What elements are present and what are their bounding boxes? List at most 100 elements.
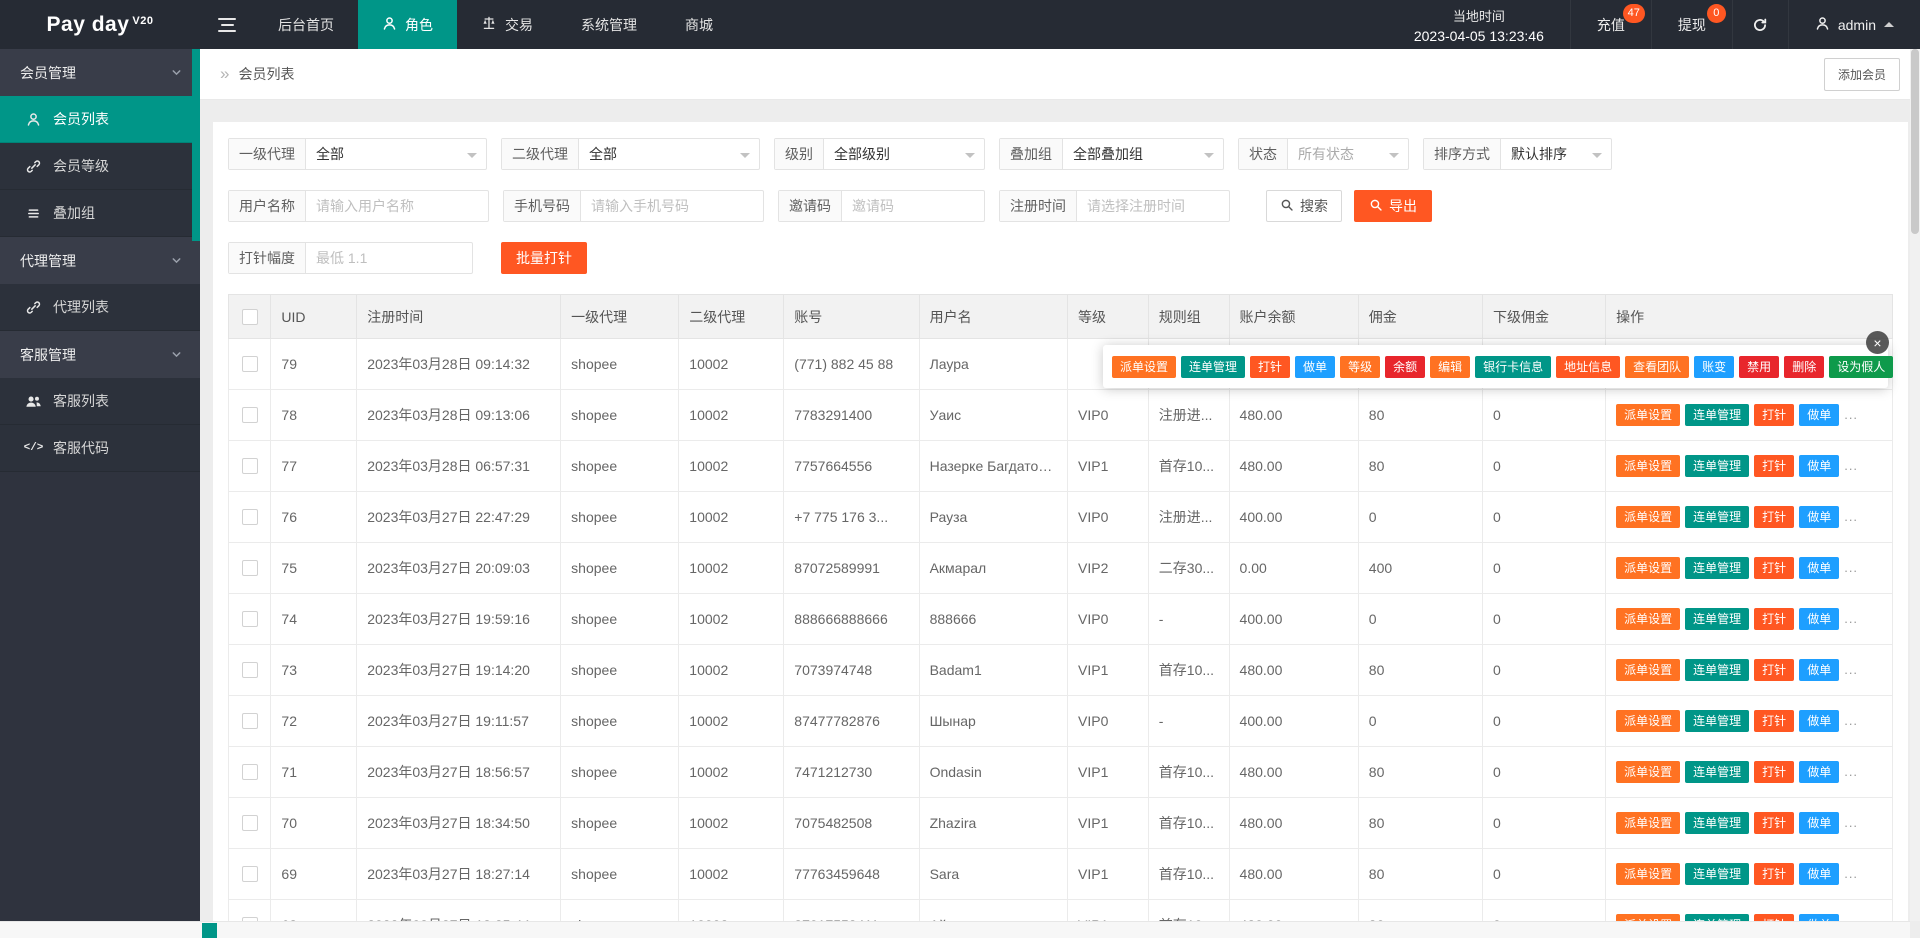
row-action-做单[interactable]: 做单 (1799, 761, 1840, 783)
row-action-连单管理[interactable]: 连单管理 (1685, 404, 1750, 426)
row-action-连单管理[interactable]: 连单管理 (1685, 608, 1750, 630)
row-action-派单设置[interactable]: 派单设置 (1616, 506, 1681, 528)
popup-action-做单[interactable]: 做单 (1295, 355, 1336, 378)
more-actions-button[interactable]: ... (1844, 560, 1858, 575)
popup-action-打针[interactable]: 打针 (1250, 355, 1291, 378)
more-actions-button[interactable]: ... (1844, 764, 1858, 779)
close-icon[interactable]: × (1866, 331, 1889, 354)
sidebar-group-会员管理[interactable]: 会员管理 (0, 49, 200, 96)
nav-item-系统管理[interactable]: 系统管理 (557, 0, 661, 49)
row-action-派单设置[interactable]: 派单设置 (1616, 557, 1681, 579)
sidebar-group-客服管理[interactable]: 客服管理 (0, 331, 200, 378)
popup-action-查看团队[interactable]: 查看团队 (1625, 355, 1690, 378)
row-action-连单管理[interactable]: 连单管理 (1685, 455, 1750, 477)
row-action-派单设置[interactable]: 派单设置 (1616, 659, 1681, 681)
horizontal-scrollbar-thumb[interactable] (202, 923, 217, 938)
popup-action-账变[interactable]: 账变 (1694, 355, 1735, 378)
row-action-连单管理[interactable]: 连单管理 (1685, 761, 1750, 783)
sidebar-item-代理列表[interactable]: 代理列表 (0, 284, 200, 331)
recharge-button[interactable]: 充值 47 (1569, 0, 1651, 49)
row-action-派单设置[interactable]: 派单设置 (1616, 914, 1681, 921)
row-action-打针[interactable]: 打针 (1754, 863, 1795, 885)
popup-action-派单设置[interactable]: 派单设置 (1112, 355, 1177, 378)
row-action-做单[interactable]: 做单 (1799, 812, 1840, 834)
row-action-做单[interactable]: 做单 (1799, 557, 1840, 579)
row-action-连单管理[interactable]: 连单管理 (1685, 812, 1750, 834)
row-action-派单设置[interactable]: 派单设置 (1616, 863, 1681, 885)
row-action-做单[interactable]: 做单 (1799, 710, 1840, 732)
row-action-连单管理[interactable]: 连单管理 (1685, 863, 1750, 885)
row-action-派单设置[interactable]: 派单设置 (1616, 455, 1681, 477)
filter-select-级别[interactable]: 全部级别 (824, 139, 984, 169)
popup-action-编辑[interactable]: 编辑 (1430, 355, 1471, 378)
row-action-打针[interactable]: 打针 (1754, 455, 1795, 477)
row-action-打针[interactable]: 打针 (1754, 914, 1795, 921)
filter-select-二级代理[interactable]: 全部 (579, 139, 759, 169)
horizontal-scrollbar[interactable] (0, 921, 1910, 938)
withdraw-button[interactable]: 提现 0 (1650, 0, 1732, 49)
row-checkbox[interactable] (241, 764, 258, 780)
nav-item-后台首页[interactable]: 后台首页 (254, 0, 358, 49)
row-action-连单管理[interactable]: 连单管理 (1685, 710, 1750, 732)
row-action-连单管理[interactable]: 连单管理 (1685, 659, 1750, 681)
search-button[interactable]: 搜索 (1266, 190, 1342, 222)
sidebar-group-代理管理[interactable]: 代理管理 (0, 237, 200, 284)
filter-select-排序方式[interactable]: 默认排序 (1501, 139, 1611, 169)
row-action-做单[interactable]: 做单 (1799, 455, 1840, 477)
filter-input-注册时间[interactable] (1077, 191, 1229, 221)
popup-action-银行卡信息[interactable]: 银行卡信息 (1475, 355, 1552, 378)
nav-item-角色[interactable]: 角色 (358, 0, 457, 49)
row-action-派单设置[interactable]: 派单设置 (1616, 404, 1681, 426)
filter-input-用户名称[interactable] (306, 191, 488, 221)
row-action-派单设置[interactable]: 派单设置 (1616, 812, 1681, 834)
row-action-连单管理[interactable]: 连单管理 (1685, 557, 1750, 579)
row-action-打针[interactable]: 打针 (1754, 506, 1795, 528)
sidebar-item-会员列表[interactable]: 会员列表 (0, 96, 200, 143)
row-checkbox[interactable] (241, 866, 258, 882)
more-actions-button[interactable]: ... (1844, 611, 1858, 626)
row-action-做单[interactable]: 做单 (1799, 863, 1840, 885)
popup-action-余额[interactable]: 余额 (1385, 355, 1426, 378)
vertical-scrollbar-thumb[interactable] (1911, 49, 1919, 234)
sidebar-scrollbar-thumb[interactable] (192, 49, 200, 241)
row-action-打针[interactable]: 打针 (1754, 557, 1795, 579)
select-all-checkbox[interactable] (241, 308, 258, 325)
filter-select-一级代理[interactable]: 全部 (306, 139, 486, 169)
row-action-打针[interactable]: 打针 (1754, 812, 1795, 834)
more-actions-button[interactable]: ... (1844, 662, 1858, 677)
more-actions-button[interactable]: ... (1844, 407, 1858, 422)
vertical-scrollbar[interactable] (1910, 49, 1920, 921)
sidebar-item-客服代码[interactable]: </> 客服代码 (0, 425, 200, 472)
inject-range-input[interactable] (306, 243, 472, 273)
filter-select-叠加组[interactable]: 全部叠加组 (1063, 139, 1223, 169)
row-action-打针[interactable]: 打针 (1754, 761, 1795, 783)
row-action-做单[interactable]: 做单 (1799, 659, 1840, 681)
row-action-打针[interactable]: 打针 (1754, 404, 1795, 426)
popup-action-禁用[interactable]: 禁用 (1739, 355, 1780, 378)
row-checkbox[interactable] (241, 509, 258, 525)
row-action-打针[interactable]: 打针 (1754, 710, 1795, 732)
row-action-派单设置[interactable]: 派单设置 (1616, 608, 1681, 630)
more-actions-button[interactable]: ... (1844, 815, 1858, 830)
row-checkbox[interactable] (241, 713, 258, 729)
admin-menu[interactable]: admin (1787, 0, 1920, 49)
row-checkbox[interactable] (241, 356, 258, 372)
refresh-icon[interactable] (1731, 0, 1788, 49)
more-actions-button[interactable]: ... (1844, 866, 1858, 881)
batch-inject-button[interactable]: 批量打针 (501, 242, 587, 274)
popup-action-连单管理[interactable]: 连单管理 (1181, 355, 1246, 378)
more-actions-button[interactable]: ... (1844, 509, 1858, 524)
export-button[interactable]: 导出 (1354, 190, 1432, 222)
popup-action-等级[interactable]: 等级 (1340, 355, 1381, 378)
row-checkbox[interactable] (241, 560, 258, 576)
row-action-做单[interactable]: 做单 (1799, 914, 1840, 921)
hamburger-menu-icon[interactable] (200, 0, 254, 49)
row-action-做单[interactable]: 做单 (1799, 608, 1840, 630)
popup-action-删除[interactable]: 删除 (1784, 355, 1825, 378)
row-checkbox[interactable] (241, 815, 258, 831)
row-checkbox[interactable] (241, 611, 258, 627)
row-action-打针[interactable]: 打针 (1754, 608, 1795, 630)
popup-action-设为假人[interactable]: 设为假人 (1829, 355, 1894, 378)
popup-action-地址信息[interactable]: 地址信息 (1556, 355, 1621, 378)
row-action-做单[interactable]: 做单 (1799, 506, 1840, 528)
